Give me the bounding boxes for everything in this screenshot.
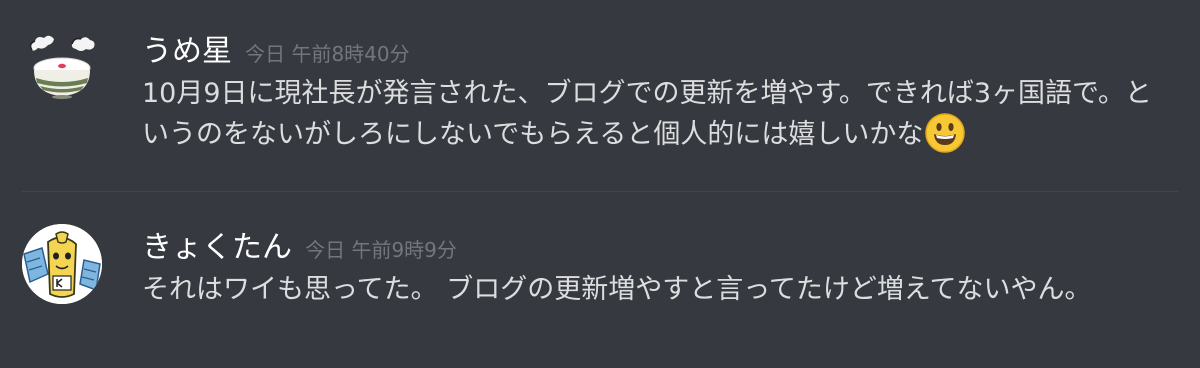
message-header: うめ星 今日 午前8時40分 xyxy=(142,26,410,70)
timestamp: 今日 午前9時9分 xyxy=(305,238,457,262)
avatar[interactable] xyxy=(22,24,102,104)
username[interactable]: うめ星 xyxy=(142,34,232,69)
message-content: それはワイも思ってた。 ブログの更新増やすと言ってたけど増えてないやん。 xyxy=(142,270,1152,309)
chat-message: うめ星 今日 午前8時40分 10月9日に現社長が発言された、ブログでの更新を増… xyxy=(0,14,1200,184)
timestamp: 今日 午前8時40分 xyxy=(245,42,410,66)
message-text: 10月9日に現社長が発言された、ブログでの更新を増やす。できれば3ヶ国語で。とい… xyxy=(142,78,1152,150)
message-content: 10月9日に現社長が発言された、ブログでの更新を増やす。できれば3ヶ国語で。とい… xyxy=(142,74,1152,154)
chat-log: うめ星 今日 午前8時40分 10月9日に現社長が発言された、ブログでの更新を増… xyxy=(0,0,1200,368)
message-divider xyxy=(22,191,1178,192)
rice-bowl-icon xyxy=(22,24,102,104)
avatar[interactable] xyxy=(22,224,102,304)
chat-message: きょくたん 今日 午前9時9分 それはワイも思ってた。 ブログの更新増やすと言っ… xyxy=(0,210,1200,360)
smiley-emoji-icon[interactable] xyxy=(925,113,966,153)
cartoon-character-icon xyxy=(22,224,102,304)
message-header: きょくたん 今日 午前9時9分 xyxy=(142,222,457,266)
message-text: それはワイも思ってた。 ブログの更新増やすと言ってたけど増えてないやん。 xyxy=(142,274,1092,305)
username[interactable]: きょくたん xyxy=(142,230,292,265)
